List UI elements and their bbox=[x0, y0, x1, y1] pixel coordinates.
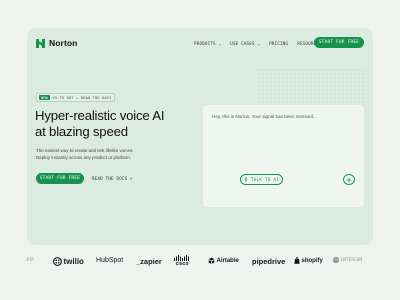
logo-airtable-text: Airtable bbox=[216, 257, 239, 264]
logo-zapier: _zapier bbox=[136, 257, 162, 266]
logo-cisco: cisco bbox=[174, 255, 190, 267]
talk-to-ai-label: TALK TO AI bbox=[250, 177, 280, 182]
logo-twilio: twilio bbox=[53, 257, 84, 266]
hero-subtext: The easiest way to create and test lifel… bbox=[36, 148, 186, 161]
nav-link-products[interactable]: PRODUCTS ⌄ bbox=[194, 41, 221, 46]
logo-zapier-text: _zapier bbox=[136, 257, 162, 266]
talk-to-ai-button[interactable]: TALK TO AI bbox=[240, 174, 283, 185]
logo-pipedrive-text: pipedrive bbox=[252, 257, 286, 266]
logo-am-text: AM bbox=[26, 257, 34, 263]
logo-pipedrive: pipedrive bbox=[252, 257, 285, 266]
nav-start-free-button[interactable]: START FOR FREE bbox=[314, 37, 364, 48]
shopify-bag-icon bbox=[294, 257, 300, 264]
demo-message: Hey, this is Norton. Your signal has bee… bbox=[212, 114, 317, 119]
badge-text: V3 IS OUT → READ THE DOCS bbox=[52, 95, 112, 100]
brand-name: Norton bbox=[49, 38, 78, 48]
brand-logo[interactable]: Norton bbox=[36, 38, 77, 48]
subtext-line-1: The easiest way to create and test lifel… bbox=[36, 148, 134, 153]
intercom-icon bbox=[333, 257, 339, 263]
logo-shopify-text: shopify bbox=[301, 257, 323, 264]
twilio-icon bbox=[53, 257, 62, 266]
headline-line-1: Hyper-realistic voice AI bbox=[35, 108, 165, 123]
logo-airtable: Airtable bbox=[208, 257, 239, 264]
hero-card: Norton PRODUCTS ⌄ USE CASES ⌄ PRICING RE… bbox=[27, 28, 373, 245]
logo-intercom: INTERCOM bbox=[333, 257, 362, 263]
logo-twilio-text: twilio bbox=[63, 257, 84, 266]
badge-new-tag: NEW bbox=[39, 95, 50, 100]
announcement-badge[interactable]: NEW V3 IS OUT → READ THE DOCS bbox=[36, 93, 115, 102]
hero-start-free-button[interactable]: START FOR FREE bbox=[36, 173, 84, 184]
nav-links: PRODUCTS ⌄ USE CASES ⌄ PRICING RESOURCES bbox=[194, 41, 322, 46]
plus-icon bbox=[346, 177, 352, 182]
voice-demo-panel: Hey, this is Norton. Your signal has bee… bbox=[203, 105, 364, 207]
microphone-icon bbox=[244, 177, 248, 182]
logo-cisco-text: cisco bbox=[175, 261, 189, 267]
add-button[interactable] bbox=[343, 174, 355, 185]
headline-line-2: at blazing speed bbox=[35, 123, 128, 139]
hero-headline: Hyper-realistic voice AI at blazing spee… bbox=[35, 108, 165, 139]
customer-logos: AM twilio HubSpot _zapier cisco Airtable… bbox=[0, 254, 400, 272]
logo-hubspot-text: HubSpot bbox=[96, 257, 124, 264]
logo-shopify: shopify bbox=[294, 257, 323, 264]
logo-intercom-text: INTERCOM bbox=[340, 257, 363, 263]
logo-am: AM bbox=[26, 257, 34, 263]
nav-link-use-cases[interactable]: USE CASES ⌄ bbox=[230, 41, 260, 46]
read-docs-link[interactable]: READ THE DOCS > bbox=[92, 176, 133, 181]
logo-hubspot: HubSpot bbox=[96, 257, 123, 264]
top-nav: Norton PRODUCTS ⌄ USE CASES ⌄ PRICING RE… bbox=[27, 28, 373, 58]
subtext-line-2: Deploy instantly across any product or p… bbox=[36, 154, 132, 160]
norton-logo-icon bbox=[36, 38, 45, 48]
nav-link-pricing[interactable]: PRICING bbox=[269, 41, 288, 46]
airtable-icon bbox=[208, 257, 215, 264]
